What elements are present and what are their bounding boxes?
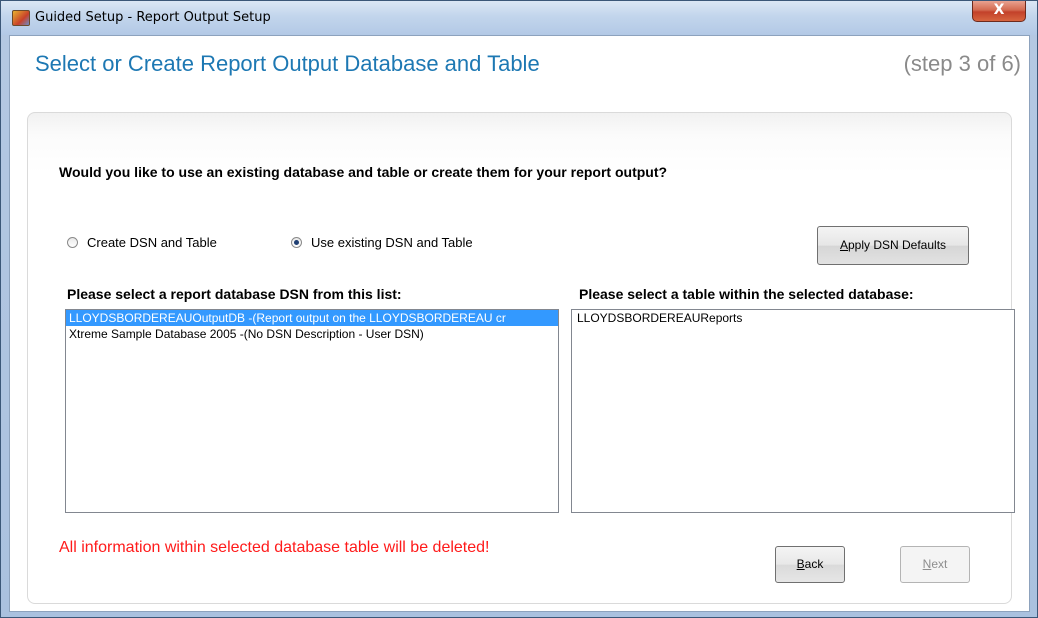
radio-create-label: Create DSN and Table <box>87 235 217 250</box>
table-list-label: Please select a table within the selecte… <box>579 286 914 302</box>
title-bar[interactable]: Guided Setup - Report Output Setup X <box>1 1 1037 35</box>
radio-use-existing[interactable]: Use existing DSN and Table <box>291 235 473 250</box>
close-button[interactable]: X <box>972 1 1026 22</box>
back-label-rest: ack <box>804 557 824 571</box>
app-icon <box>12 10 30 26</box>
dsn-listbox[interactable]: LLOYDSBORDEREAUOutputDB -(Report output … <box>65 309 559 513</box>
warning-message: All information within selected database… <box>59 539 490 556</box>
back-button[interactable]: Back <box>775 546 845 583</box>
dialog-window: Guided Setup - Report Output Setup X Sel… <box>0 0 1038 618</box>
step-indicator: (step 3 of 6) <box>903 51 1021 76</box>
apply-dsn-defaults-label: pply DSN Defaults <box>847 238 947 252</box>
table-listbox[interactable]: LLOYDSBORDEREAUReports <box>571 309 1015 513</box>
page-title: Select or Create Report Output Database … <box>35 51 540 76</box>
next-button[interactable]: Next <box>900 546 970 583</box>
radio-existing-indicator[interactable] <box>291 237 302 248</box>
next-label-rest: ext <box>931 557 948 571</box>
radio-create-dsn[interactable]: Create DSN and Table <box>67 235 217 250</box>
window-title: Guided Setup - Report Output Setup <box>35 10 271 25</box>
radio-create-indicator[interactable] <box>67 237 78 248</box>
radio-existing-label: Use existing DSN and Table <box>311 235 473 250</box>
apply-dsn-defaults-button[interactable]: Apply DSN Defaults <box>817 226 969 265</box>
dsn-list-item[interactable]: Xtreme Sample Database 2005 -(No DSN Des… <box>66 326 558 342</box>
table-list-item[interactable]: LLOYDSBORDEREAUReports <box>572 310 1014 326</box>
question-text: Would you like to use an existing databa… <box>59 164 668 180</box>
dsn-list-label: Please select a report database DSN from… <box>67 286 402 302</box>
dsn-list-item[interactable]: LLOYDSBORDEREAUOutputDB -(Report output … <box>66 310 558 326</box>
